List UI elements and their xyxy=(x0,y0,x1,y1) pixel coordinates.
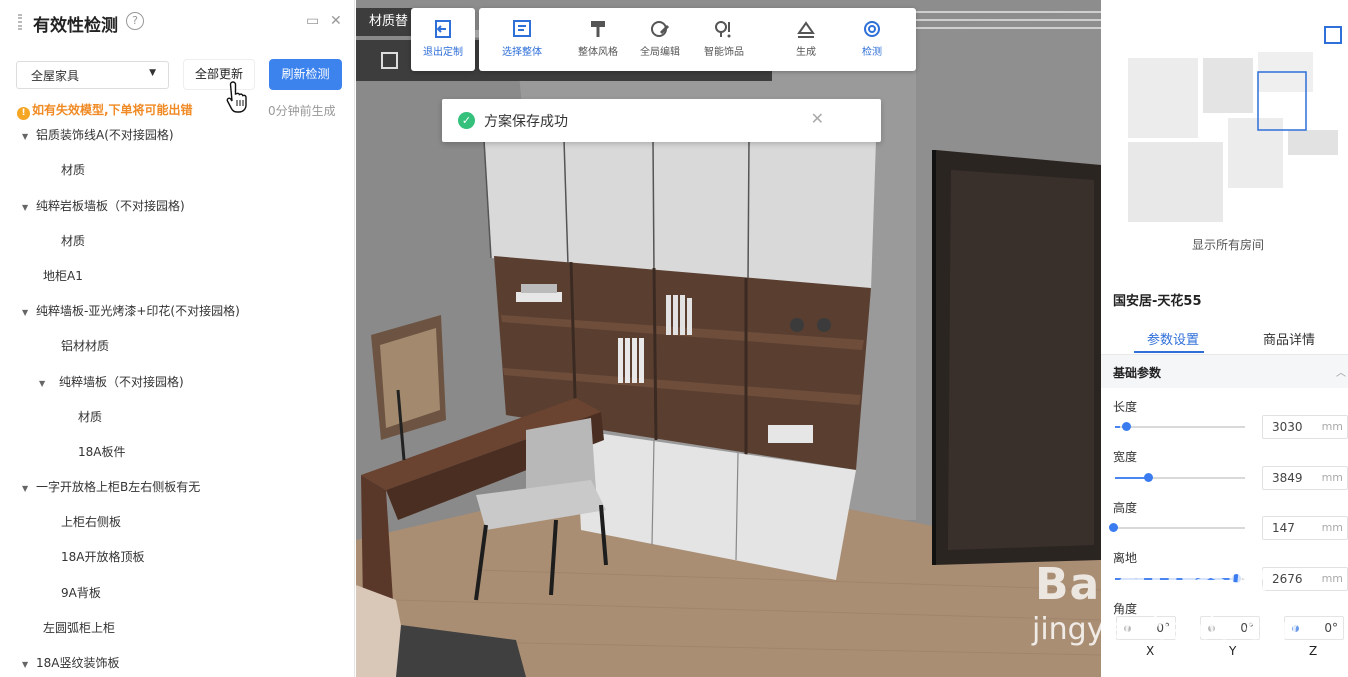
height-slider-knob[interactable] xyxy=(1109,523,1118,532)
tree-item[interactable]: ▼ 纯粹墙板（不对接园格) xyxy=(39,373,184,391)
tree-item[interactable]: 上柜右侧板 xyxy=(61,513,121,531)
tree-item[interactable]: 18A板件 xyxy=(78,443,125,461)
toast-message: 方案保存成功 xyxy=(484,114,568,130)
width-slider-knob[interactable] xyxy=(1144,473,1153,482)
tree-item[interactable]: 9A背板 xyxy=(61,584,101,602)
close-icon[interactable]: ✕ xyxy=(330,13,342,29)
chevron-down-icon: ▼ xyxy=(149,68,156,78)
expand-triangle-icon[interactable]: ▼ xyxy=(22,128,36,146)
active-tab-underline xyxy=(1134,351,1204,353)
length-input[interactable]: 3030 mm xyxy=(1262,415,1348,439)
scope-select[interactable]: 全屋家具 ▼ xyxy=(16,61,169,89)
tree-item[interactable]: 左圆弧柜上柜 xyxy=(43,619,115,637)
smart-decor-icon xyxy=(715,21,731,38)
basic-params-label: 基础参数 xyxy=(1113,366,1162,380)
object-title: 国安居-天花55 xyxy=(1113,294,1202,309)
expand-triangle-icon[interactable]: ▼ xyxy=(22,656,36,674)
style-roller-icon xyxy=(591,21,605,37)
main-toolbar: 选择整体 整体风格 全局编辑 智能饰品 生成 检测 xyxy=(479,8,916,71)
toast-close-icon[interactable]: ✕ xyxy=(811,109,824,128)
tree-item[interactable]: ▼ 纯粹岩板墙板（不对接园格) xyxy=(22,197,185,215)
width-slider[interactable] xyxy=(1115,477,1245,479)
tree-item[interactable]: 铝材材质 xyxy=(61,337,109,355)
select-all-button[interactable]: 选择整体 xyxy=(492,8,552,71)
expand-triangle-icon[interactable]: ▼ xyxy=(22,199,36,217)
warning-text: 如有失效模型,下单将可能出错 xyxy=(32,103,193,117)
fullscreen-icon[interactable] xyxy=(381,52,398,69)
chevron-up-icon[interactable]: ︿ xyxy=(1336,364,1346,379)
tree-item[interactable]: ▼ 18A竖纹装饰板 xyxy=(22,654,119,672)
global-edit-icon xyxy=(651,21,670,37)
generate-button[interactable]: 生成 xyxy=(776,8,836,71)
exit-customize-button[interactable]: 退出定制 xyxy=(413,8,473,71)
length-slider[interactable] xyxy=(1115,426,1245,428)
layout-toggle-icon[interactable] xyxy=(1324,26,1342,44)
generate-icon xyxy=(797,21,815,38)
hand-cursor-icon xyxy=(226,81,247,113)
tab-product-details[interactable]: 商品详情 xyxy=(1263,329,1315,348)
height-label: 高度 xyxy=(1113,501,1138,515)
minimize-icon[interactable]: ▭ xyxy=(306,13,319,29)
expand-triangle-icon[interactable]: ▼ xyxy=(22,480,36,498)
height-input[interactable]: 147 mm xyxy=(1262,516,1348,540)
tree-item[interactable]: 材质 xyxy=(61,161,85,179)
expand-triangle-icon[interactable]: ▼ xyxy=(39,375,53,393)
width-input[interactable]: 3849 mm xyxy=(1262,466,1348,490)
drag-handle-icon[interactable] xyxy=(18,14,22,30)
help-icon[interactable]: ? xyxy=(126,12,144,30)
smart-decor-button[interactable]: 智能饰品 xyxy=(694,8,754,71)
tree-item[interactable]: 地柜A1 xyxy=(43,267,83,285)
tree-item[interactable]: ▼ 一字开放格上柜B左右侧板有无 xyxy=(22,478,200,496)
invalid-model-warning: ! 如有失效模型,下单将可能出错 xyxy=(17,101,193,120)
expand-triangle-icon[interactable]: ▼ xyxy=(22,304,36,322)
floorplan-minimap[interactable] xyxy=(1101,6,1348,270)
length-label: 长度 xyxy=(1113,400,1138,414)
show-all-rooms-label[interactable]: 显示所有房间 xyxy=(1192,236,1264,253)
tree-item[interactable]: ▼ 纯粹墙板-亚光烤漆+印花(不对接园格) xyxy=(22,302,240,320)
floorplan-preview xyxy=(1128,52,1338,222)
exit-icon xyxy=(435,20,451,38)
detect-button[interactable]: 检测 xyxy=(842,8,902,71)
success-check-icon: ✓ xyxy=(458,112,475,129)
tree-item[interactable]: 材质 xyxy=(61,232,85,250)
select-all-icon xyxy=(513,20,531,37)
tree-item[interactable]: ▼ 铝质装饰线A(不对接园格) xyxy=(22,126,174,144)
tab-parameters[interactable]: 参数设置 xyxy=(1147,329,1199,348)
panel-title: 有效性检测 xyxy=(33,16,118,36)
axis-z-label: Z xyxy=(1309,644,1318,658)
save-success-toast: ✓ 方案保存成功 ✕ xyxy=(442,99,881,142)
global-edit-button[interactable]: 全局编辑 xyxy=(630,8,690,71)
tree-item[interactable]: 材质 xyxy=(78,408,102,426)
overall-style-button[interactable]: 整体风格 xyxy=(568,8,628,71)
3d-viewport[interactable]: 材质替 退出定制 选择整体 整体风格 全局编辑 智能饰品 生成 检测 ✓ 方案保… xyxy=(356,0,1101,677)
validity-check-panel: 有效性检测 ? ▭ ✕ 全屋家具 ▼ 全部更新 刷新检测 ! 如有失效模型,下单将… xyxy=(0,0,355,677)
material-replace-tab[interactable]: 材质替 xyxy=(356,8,416,36)
tree-item[interactable]: 18A开放格顶板 xyxy=(61,548,144,566)
baidu-watermark: Baidu经验 xyxy=(1035,559,1272,610)
elevation-input[interactable]: 2676 mm xyxy=(1262,567,1348,591)
height-slider[interactable] xyxy=(1115,527,1245,529)
length-slider-knob[interactable] xyxy=(1122,422,1131,431)
exit-toolbar: 退出定制 xyxy=(411,8,475,71)
refresh-check-button[interactable]: 刷新检测 xyxy=(269,59,342,90)
scope-select-value: 全屋家具 xyxy=(31,69,80,83)
width-label: 宽度 xyxy=(1113,450,1138,464)
watermark-url: jingyan.baidu.com xyxy=(1032,612,1309,647)
generated-time: 0分钟前生成 xyxy=(268,104,336,118)
warning-icon: ! xyxy=(17,107,30,120)
detect-icon xyxy=(864,21,880,37)
